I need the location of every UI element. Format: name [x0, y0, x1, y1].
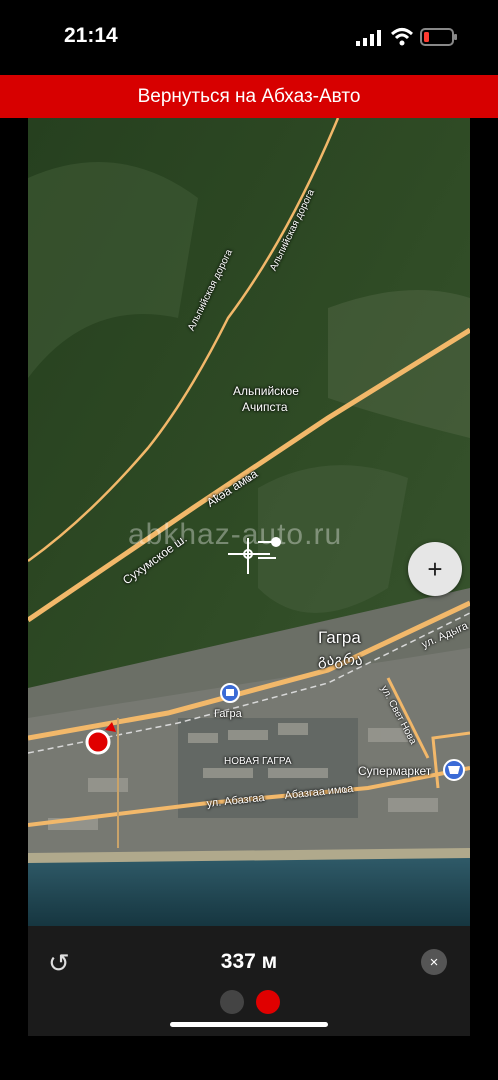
- battery-low-icon: [420, 28, 457, 46]
- back-to-site-banner[interactable]: Вернуться на Абхаз-Авто: [0, 75, 498, 118]
- wifi-icon: [390, 28, 414, 46]
- city-label-gagra: Гагра: [318, 628, 361, 647]
- home-indicator: [170, 1022, 328, 1027]
- bottom-panel: ↺ 337 м ×: [28, 926, 470, 1036]
- place-label-alpiyskoe: Альпийское: [233, 384, 299, 398]
- place-label-achipsta: Ачипста: [242, 400, 288, 414]
- color-option-gray[interactable]: [220, 990, 244, 1014]
- satellite-map[interactable]: abkhaz-auto.ru Альпийская дорога Альпийс…: [28, 118, 470, 926]
- banner-label: Вернуться на Абхаз-Авто: [137, 85, 361, 107]
- distance-readout: 337 м: [220, 950, 278, 973]
- close-icon[interactable]: ×: [421, 949, 447, 975]
- clock: 21:14: [64, 24, 118, 47]
- status-bar: 21:14: [0, 0, 498, 75]
- plus-icon: +: [427, 553, 443, 584]
- station-label: Гагра: [214, 708, 242, 720]
- poi-label-supermarket: Супермаркет: [358, 764, 432, 778]
- district-label-novaya-gagra: НОВАЯ ГАГРА: [224, 756, 292, 767]
- zoom-in-button[interactable]: +: [408, 542, 462, 596]
- city-label-gagra-georgian: გაგრა: [318, 652, 363, 669]
- color-option-red[interactable]: [256, 990, 280, 1014]
- cellular-signal-icon: [356, 30, 381, 46]
